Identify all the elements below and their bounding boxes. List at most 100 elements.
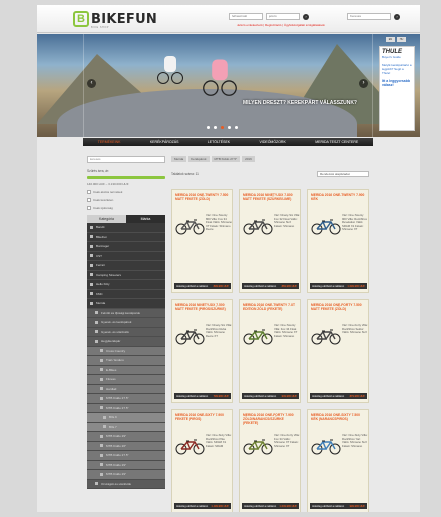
nav-item[interactable]: KERÉKPÁROZÁS — [150, 140, 179, 144]
filter-checkbox[interactable]: Csak újdonság — [87, 206, 165, 210]
sidebar-item[interactable]: CST — [87, 252, 165, 261]
filter-label: Csak készleten — [93, 198, 114, 202]
breadcrumb-item[interactable]: Kerékpárok — [188, 156, 210, 162]
slider-dot[interactable] — [228, 126, 231, 129]
sidebar-item[interactable]: Bandit — [87, 223, 165, 233]
sidebar-item[interactable]: Felnőtt és ifjúsági kerékpárok — [87, 308, 165, 318]
bike-image[interactable] — [243, 327, 273, 345]
nav-item[interactable]: TERMÉKEINK — [98, 140, 121, 144]
filter-checks: Csak akciós termékek Csak készleten Csak ú… — [87, 190, 165, 210]
sidebar-item[interactable]: BIG.9 — [87, 413, 165, 423]
bike-image[interactable] — [311, 437, 341, 455]
slider-dot[interactable] — [221, 126, 224, 129]
sidebar-item[interactable]: MTB Kiddo 27.5" — [87, 403, 165, 413]
product-title[interactable]: MERIDA 2016 ONE-SIXTY 7.500 KÉK (NARANCS… — [311, 413, 367, 421]
filter-checkbox[interactable]: Csak akciós termékek — [87, 190, 165, 194]
bike-image[interactable] — [311, 327, 341, 345]
search-input[interactable]: Keresés — [347, 13, 391, 20]
sidebar-item[interactable]: BIG.7 — [87, 422, 165, 432]
bike-image[interactable] — [175, 217, 205, 235]
sidebar-item[interactable]: MTB Kiddo 26" — [87, 441, 165, 451]
product-specs: Váz: Ninety-Six Villa: Fox 32 Float Vált… — [274, 213, 300, 228]
sidebar-item[interactable]: Gyerek- és utánfutók — [87, 327, 165, 337]
breadcrumb-item[interactable]: MTB Kiddo 27.5" — [211, 156, 241, 162]
sidebar-item[interactable]: MTB Kiddo 29" — [87, 460, 165, 470]
nav-item[interactable]: MERIDA TESZT CENTERE — [315, 140, 358, 144]
sidebar-search-input[interactable]: keresés — [87, 156, 165, 163]
sidebar-item[interactable]: KMC — [87, 290, 165, 299]
slider-dot[interactable] — [207, 126, 210, 129]
sidebar-item[interactable]: MTB Kiddo 29" — [87, 470, 165, 480]
bike-image[interactable] — [175, 437, 205, 455]
product-title[interactable]: MERIDA 2016 ONE-TWENTY 7.XT EDITION ZÖLD… — [243, 303, 299, 311]
sidebar-item[interactable]: Hello Kitty — [87, 280, 165, 290]
product-card[interactable]: MERIDA 2016 NINETY-SIX 7.800 MATT FEKETE… — [239, 189, 301, 293]
product-title[interactable]: MERIDA 2016 ONE-FORTY 7.500 MATT FEKETE … — [311, 303, 367, 311]
slider-prev-icon[interactable]: ‹ — [87, 79, 96, 88]
product-card[interactable]: MERIDA 2016 ONE-TWENTY 7.900 KÉK Váz: One… — [307, 189, 369, 293]
product-card[interactable]: MERIDA 2016 NINETY-SIX 7.500 MATT FEKETE… — [171, 299, 233, 403]
sidebar-item[interactable]: Trail / Enduro — [87, 356, 165, 366]
product-card[interactable]: MERIDA 2016 ONE-FORTY 7.500 MATT FEKETE … — [307, 299, 369, 403]
breadcrumb-item[interactable]: Merida — [171, 156, 187, 162]
sidebar-item[interactable]: Ferrari — [87, 261, 165, 271]
product-specs: Váz: One-Forty Villa: RockShox Sektor Vá… — [342, 323, 368, 334]
sidebar-item[interactable]: Gyerek- és kerékpárok — [87, 318, 165, 328]
sidebar-item[interactable]: Cross Country — [87, 346, 165, 356]
bullet-icon — [90, 244, 93, 248]
lang-en[interactable]: EN — [386, 37, 395, 42]
sidebar-item[interactable]: Merida — [87, 299, 165, 309]
sidebar-item[interactable]: BikeFun — [87, 233, 165, 242]
breadcrumb-item[interactable]: 2016 — [242, 156, 255, 162]
ad-cta[interactable]: Itt a leggyorsabb válasz! — [382, 79, 412, 87]
sidebar-item-label: Hegyikerékpár — [101, 339, 121, 344]
price-slider[interactable] — [87, 176, 165, 179]
product-card[interactable]: MERIDA 2016 ONE-SIXTY 7.500 KÉK (NARANCS… — [307, 409, 369, 512]
password-field[interactable]: jelszó — [266, 13, 300, 20]
lang-hu[interactable]: HU — [397, 37, 406, 42]
product-card[interactable]: MERIDA 2016 ONE-TWENTY 7.XT EDITION ZÖLD… — [239, 299, 301, 403]
product-title[interactable]: MERIDA 2016 ONE-FORTY 7.900 ZÖLD/NARANCS… — [243, 413, 299, 425]
tab-category[interactable]: Kategória — [87, 215, 126, 223]
product-title[interactable]: MERIDA 2016 NINETY-SIX 7.500 MATT FEKETE… — [175, 303, 231, 311]
thule-ad[interactable]: THULE Buyer's Guide Melyik kerékpártartó… — [379, 46, 415, 131]
product-title[interactable]: MERIDA 2016 ONE-TWENTY 7.900 KÉK — [311, 193, 367, 201]
product-card[interactable]: MERIDA 2016 ONE-FORTY 7.900 ZÖLD/NARANCS… — [239, 409, 301, 512]
bike-image[interactable] — [243, 437, 273, 455]
product-price: 879.900 HUF — [349, 394, 365, 398]
sidebar-item[interactable]: MTB Kiddo 27.5" — [87, 451, 165, 461]
bike-image[interactable] — [175, 327, 205, 345]
nav-item[interactable]: VIDEÓMÓZORK — [260, 140, 286, 144]
bullet-icon — [100, 453, 103, 457]
product-title[interactable]: MERIDA 2016 ONE-TWENTY 7.500 MATT FEKETE… — [175, 193, 231, 201]
sidebar-item[interactable]: Fitness — [87, 375, 165, 385]
logo[interactable]: B BIKEFUN — [73, 11, 157, 27]
sidebar-item[interactable]: MTB Kiddo 29" — [87, 432, 165, 442]
product-title[interactable]: MERIDA 2016 ONE-SIXTY 7.900 FEKETE (PIRO… — [175, 413, 231, 421]
product-card[interactable]: MERIDA 2016 ONE-SIXTY 7.900 FEKETE (PIRO… — [171, 409, 233, 512]
sidebar-item[interactable]: Országúti és utánfutók — [87, 479, 165, 489]
sidebar-item-label: MTB Kiddo 29" — [106, 472, 127, 477]
login-go-icon[interactable]: › — [303, 13, 309, 20]
sidebar-item[interactable]: E-Bikes — [87, 365, 165, 375]
sidebar-item[interactable]: Camping Streeters — [87, 271, 165, 280]
sidebar-item[interactable]: Hegyikerékpár — [87, 337, 165, 347]
sidebar-item[interactable]: Bontrager — [87, 242, 165, 252]
slider-next-icon[interactable]: › — [359, 79, 368, 88]
slider-dot[interactable] — [214, 126, 217, 129]
username-field[interactable]: felhasználó — [229, 13, 263, 20]
filter-checkbox[interactable]: Csak készleten — [87, 198, 165, 202]
checkbox-icon — [87, 190, 91, 194]
nav-item[interactable]: LETÖLTÉSEK — [208, 140, 230, 144]
product-title[interactable]: MERIDA 2016 NINETY-SIX 7.800 MATT FEKETE… — [243, 193, 299, 201]
tab-brand[interactable]: Márka — [126, 215, 165, 223]
sort-select[interactable]: Rendezési alapfeladat — [317, 171, 369, 177]
header-links[interactable]: Jelszó emlékeztető | Regisztráció | Ügyf… — [237, 23, 325, 27]
sidebar-item[interactable]: Hardtail — [87, 384, 165, 394]
search-icon[interactable]: › — [394, 13, 400, 20]
bike-image[interactable] — [311, 217, 341, 235]
sidebar-item[interactable]: MTB Kiddo 27.5" — [87, 394, 165, 404]
product-card[interactable]: MERIDA 2016 ONE-TWENTY 7.500 MATT FEKETE… — [171, 189, 233, 293]
bike-image[interactable] — [243, 217, 273, 235]
slider-dot[interactable] — [235, 126, 238, 129]
